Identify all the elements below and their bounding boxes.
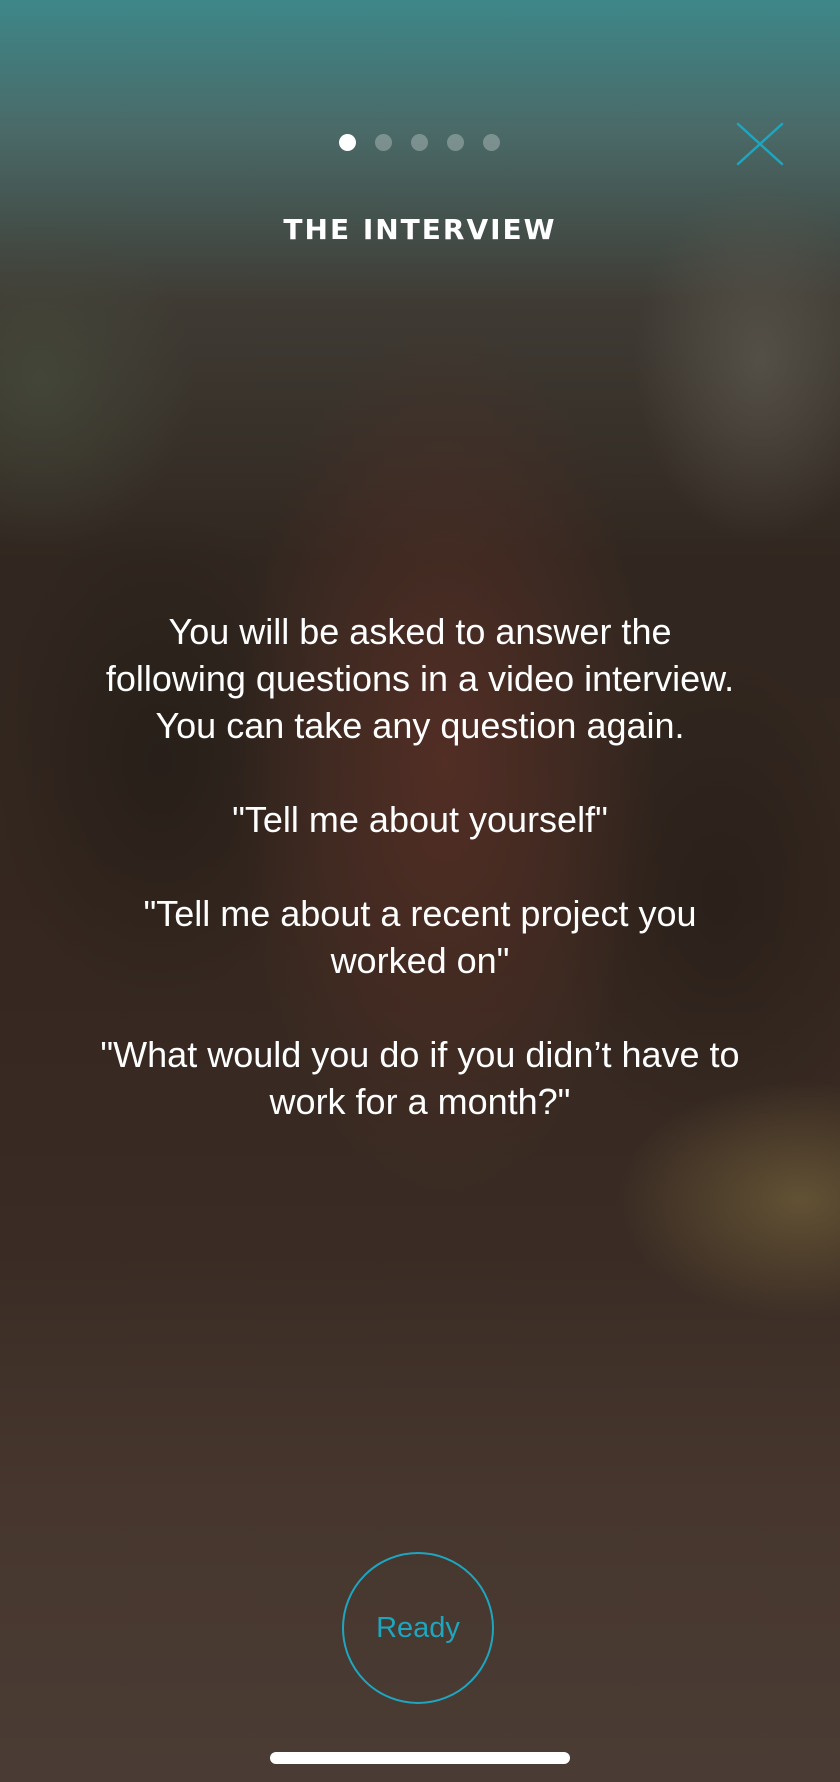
- intro-text: You will be asked to answer the followin…: [105, 611, 735, 746]
- page-dot-active: [339, 134, 356, 151]
- page-dot: [375, 134, 392, 151]
- ready-button-label: Ready: [376, 1611, 460, 1644]
- page-dot: [411, 134, 428, 151]
- question-3: "What would you do if you didn’t have to…: [100, 1034, 740, 1122]
- instructions-text: You will be asked to answer the followin…: [100, 608, 740, 1125]
- page-dot: [483, 134, 500, 151]
- question-2: "Tell me about a recent project you work…: [143, 893, 697, 981]
- page-title: THE INTERVIEW: [283, 213, 557, 246]
- page-indicator: [339, 134, 500, 151]
- question-1: "Tell me about yourself": [232, 799, 608, 840]
- page-dot: [447, 134, 464, 151]
- close-button[interactable]: [736, 122, 784, 170]
- home-indicator[interactable]: [270, 1752, 570, 1764]
- ready-button[interactable]: Ready: [342, 1552, 494, 1704]
- close-icon: [736, 122, 784, 166]
